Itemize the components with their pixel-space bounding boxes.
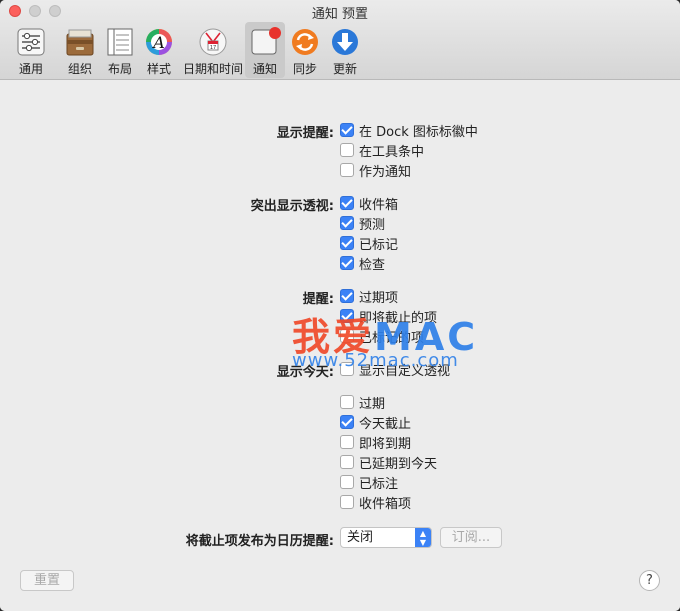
preferences-pane: 显示提醒: 在 Dock 图标标徽中 在工具条中 作为通知 突出显示透视: 收件… — [0, 81, 680, 611]
svg-text:17: 17 — [210, 45, 216, 51]
notification-badge-icon — [251, 27, 281, 55]
checkbox-dock-badge[interactable]: 在 Dock 图标标徽中 — [340, 121, 478, 140]
checkbox-as-notification[interactable]: 作为通知 — [340, 161, 412, 180]
checkbox-inbox[interactable]: 收件箱 — [340, 194, 399, 213]
download-arrow-icon — [332, 29, 358, 55]
checkbox-box[interactable] — [340, 495, 354, 509]
toolbar-label: 组织 — [67, 62, 92, 76]
toolbar-label: 通知 — [252, 62, 277, 76]
calendar-clock-icon: 17 — [199, 28, 227, 56]
reminder-label: 提醒: — [302, 292, 334, 307]
svg-text:A: A — [151, 33, 165, 52]
calendar-alarm-select[interactable]: 关闭 ▲ ▼ — [340, 527, 432, 548]
highlight-perspectives-label: 突出显示透视: — [250, 199, 334, 214]
toolbar-label: 布局 — [107, 62, 132, 76]
checkbox-label: 检查 — [359, 257, 386, 273]
checkbox-label: 已标注 — [359, 476, 399, 492]
preferences-window: 通知 预置 通用 组织 布局 A 样式 17 日期和时间 通知 同步 更新 显示… — [0, 0, 680, 611]
checkbox-due-soon[interactable]: 即将到期 — [340, 433, 412, 452]
checkbox-label: 收件箱 — [359, 197, 399, 213]
checkbox-box[interactable] — [340, 196, 354, 210]
checkbox-box[interactable] — [340, 435, 354, 449]
toolbar-label: 更新 — [332, 62, 357, 76]
checkbox-box[interactable] — [340, 163, 354, 177]
checkbox-review[interactable]: 检查 — [340, 254, 386, 273]
chevron-up-down-icon: ▲ ▼ — [415, 528, 431, 547]
checkbox-deferred-to-today[interactable]: 已延期到今天 — [340, 453, 438, 472]
checkbox-due-today[interactable]: 今天截止 — [340, 413, 412, 432]
checkbox-flagged[interactable]: 已标记 — [340, 234, 399, 253]
checkbox-box[interactable] — [340, 143, 354, 157]
checkbox-box[interactable] — [340, 216, 354, 230]
select-value: 关闭 — [347, 530, 374, 545]
subscribe-button[interactable]: 订阅... — [440, 527, 502, 548]
help-button[interactable]: ? — [639, 570, 660, 591]
checkbox-label: 作为通知 — [359, 164, 412, 180]
checkbox-box[interactable] — [340, 236, 354, 250]
checkbox-label: 即将到期 — [359, 436, 412, 452]
window-title: 通知 预置 — [311, 7, 369, 22]
checkbox-label: 已标记 — [359, 237, 399, 253]
toolbar-item-organize[interactable]: 组织 — [58, 22, 102, 78]
toolbar-item-notifications[interactable]: 通知 — [245, 22, 285, 78]
display-alert-label: 显示提醒: — [276, 126, 334, 141]
checkbox-box[interactable] — [340, 415, 354, 429]
checkbox-box[interactable] — [340, 475, 354, 489]
checkbox-box[interactable] — [340, 395, 354, 409]
calendar-alarm-label: 将截止项发布为日历提醒: — [185, 534, 334, 549]
checkbox-toolbar[interactable]: 在工具条中 — [340, 141, 425, 160]
toolbar-item-general[interactable]: 通用 — [8, 22, 54, 78]
reset-button[interactable]: 重置 — [20, 570, 74, 591]
checkbox-overdue-items[interactable]: 过期项 — [340, 287, 399, 306]
checkbox-box[interactable] — [340, 289, 354, 303]
toolbar-item-sync[interactable]: 同步 — [287, 22, 323, 78]
toolbar-label: 通用 — [18, 62, 43, 76]
toolbar-label: 同步 — [292, 62, 317, 76]
toolbar-item-style[interactable]: A 样式 — [142, 22, 176, 78]
checkbox-box[interactable] — [340, 256, 354, 270]
checkbox-box[interactable] — [340, 455, 354, 469]
toolbar-item-layout[interactable]: 布局 — [103, 22, 137, 78]
checkbox-inbox-items[interactable]: 收件箱项 — [340, 493, 412, 512]
checkbox-box[interactable] — [340, 123, 354, 137]
checkbox-flagged-today[interactable]: 已标注 — [340, 473, 399, 492]
watermark-url: www.52mac.com — [292, 350, 459, 371]
style-color-wheel-icon: A — [146, 29, 172, 55]
checkbox-label: 收件箱项 — [359, 496, 412, 512]
sync-icon — [292, 29, 318, 55]
layout-list-icon — [107, 28, 133, 56]
checkbox-label: 已延期到今天 — [359, 456, 438, 472]
checkbox-overdue[interactable]: 过期 — [340, 393, 386, 412]
checkbox-label: 过期项 — [359, 290, 399, 306]
checkbox-label: 在 Dock 图标标徽中 — [359, 124, 478, 140]
checkbox-forecast[interactable]: 预测 — [340, 214, 386, 233]
toolbar-label: 样式 — [146, 62, 171, 76]
checkbox-label: 过期 — [359, 396, 386, 412]
title-bar: 通知 预置 通用 组织 布局 A 样式 17 日期和时间 通知 同步 更新 — [0, 0, 680, 80]
toolbar-label: 日期和时间 — [182, 62, 243, 76]
toolbar-item-update[interactable]: 更新 — [326, 22, 364, 78]
toolbar-item-date-time[interactable]: 17 日期和时间 — [182, 22, 244, 78]
checkbox-label: 今天截止 — [359, 416, 412, 432]
checkbox-label: 在工具条中 — [359, 144, 425, 160]
sliders-icon — [17, 28, 45, 56]
checkbox-label: 预测 — [359, 217, 386, 233]
drawer-icon — [66, 29, 94, 56]
